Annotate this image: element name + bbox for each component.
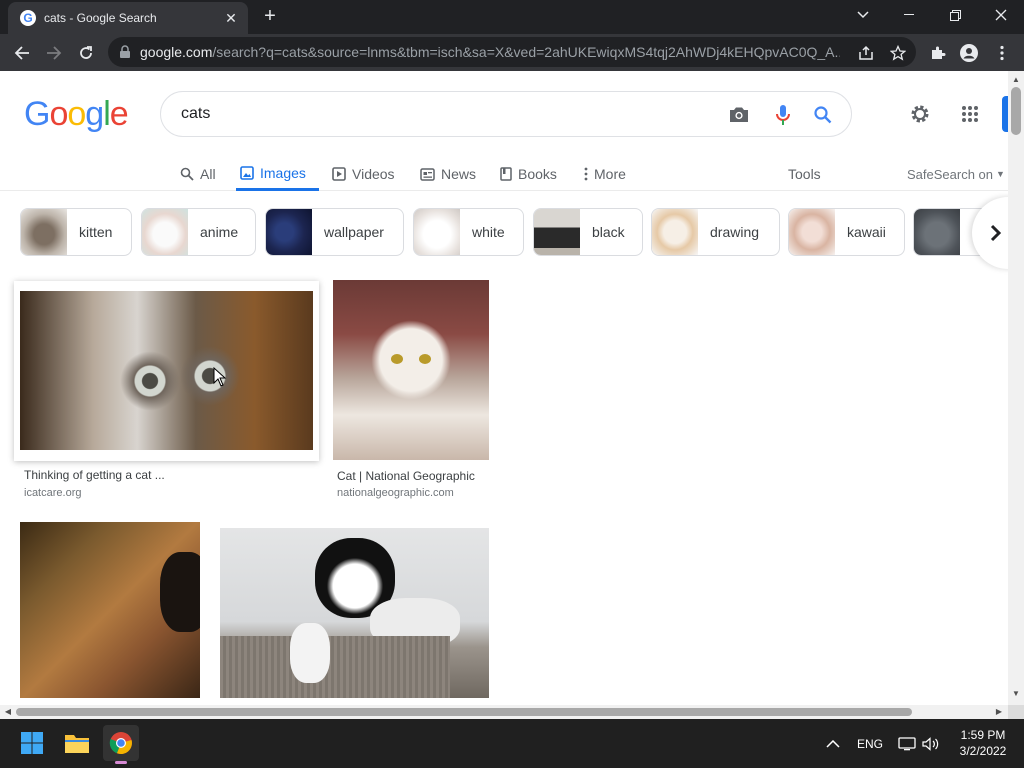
network-icon[interactable] (898, 719, 916, 768)
scroll-right-arrow-icon[interactable]: ▶ (992, 705, 1006, 719)
related-search-chips: kitten anime wallpaper white black drawi… (0, 208, 1008, 256)
chip-black[interactable]: black (533, 208, 643, 256)
chip-thumbnail (142, 209, 188, 255)
url-text: google.com/search?q=cats&source=lnms&tbm… (140, 44, 840, 60)
restore-button[interactable] (932, 0, 978, 30)
windows-start-icon[interactable] (14, 725, 50, 761)
scroll-left-arrow-icon[interactable]: ◀ (1, 705, 15, 719)
tab-books[interactable]: Books (496, 157, 561, 191)
horizontal-scroll-thumb[interactable] (16, 708, 912, 716)
search-results-page: Google All Images (0, 71, 1008, 705)
close-window-button[interactable] (978, 0, 1024, 30)
settings-gear-icon[interactable] (907, 101, 933, 127)
minimize-button[interactable] (886, 0, 932, 30)
google-favicon-icon: G (20, 10, 36, 26)
apps-grid-icon[interactable] (957, 101, 983, 127)
tab-more[interactable]: More (580, 157, 630, 191)
search-box (160, 91, 852, 137)
clock-time: 1:59 PM (960, 728, 1006, 742)
language-indicator[interactable]: ENG (857, 719, 883, 768)
browser-tab[interactable]: G cats - Google Search ✕ (8, 2, 248, 34)
new-tab-button[interactable]: + (258, 4, 282, 28)
profile-icon[interactable] (958, 42, 980, 64)
horizontal-scrollbar[interactable]: ◀ ▶ (0, 705, 1008, 719)
scroll-down-arrow-icon[interactable]: ▼ (1008, 687, 1024, 701)
lock-icon[interactable] (118, 45, 132, 59)
chip-thumbnail (414, 209, 460, 255)
tab-close-icon[interactable]: ✕ (222, 10, 240, 27)
kitten-closeup-image[interactable] (20, 291, 313, 450)
address-bar[interactable]: google.com/search?q=cats&source=lnms&tbm… (108, 37, 916, 67)
windows-taskbar: ENG 1:59 PM 3/2/2022 (0, 719, 1024, 768)
scroll-up-arrow-icon[interactable]: ▲ (1008, 73, 1024, 87)
file-explorer-icon[interactable] (59, 725, 95, 761)
tray-overflow-chevron-icon[interactable] (826, 719, 840, 768)
tab-strip: G cats - Google Search ✕ + (0, 0, 1024, 34)
search-type-tabs: All Images Videos News Books More Tools … (0, 157, 1008, 191)
chip-kawaii[interactable]: kawaii (788, 208, 905, 256)
microphone-icon[interactable] (771, 103, 795, 127)
back-arrow-icon[interactable] (9, 40, 35, 66)
result-source[interactable]: nationalgeographic.com (337, 487, 454, 499)
forward-arrow-icon[interactable] (41, 40, 67, 66)
result-caption[interactable]: Thinking of getting a cat ... (24, 468, 165, 482)
volume-icon[interactable] (922, 719, 940, 768)
browser-toolbar: google.com/search?q=cats&source=lnms&tbm… (0, 34, 1024, 71)
active-app-indicator (115, 761, 127, 764)
search-icon[interactable] (811, 103, 835, 127)
chip-thumbnail (914, 209, 960, 255)
tools-button[interactable]: Tools (788, 157, 821, 191)
chip-wallpaper[interactable]: wallpaper (265, 208, 404, 256)
search-input[interactable] (181, 105, 701, 123)
result-source[interactable]: icatcare.org (24, 487, 81, 499)
image-icon (240, 165, 254, 180)
chip-thumbnail (534, 209, 580, 255)
chip-anime[interactable]: anime (141, 208, 256, 256)
bookmark-star-icon[interactable] (887, 42, 909, 64)
taskbar-clock[interactable]: 1:59 PM 3/2/2022 (950, 727, 1016, 759)
chip-drawing[interactable]: drawing (651, 208, 780, 256)
tab-search-chevron-icon[interactable] (840, 0, 886, 30)
share-icon[interactable] (855, 42, 877, 64)
search-small-icon (180, 167, 194, 181)
news-icon (420, 167, 435, 181)
browser-menu-icon[interactable] (991, 42, 1013, 64)
extensions-puzzle-icon[interactable] (927, 42, 949, 64)
google-logo[interactable]: Google (24, 95, 129, 134)
mouse-cursor-icon (213, 367, 227, 387)
reload-icon[interactable] (73, 40, 99, 66)
clock-date: 3/2/2022 (959, 744, 1007, 758)
chip-kitten[interactable]: kitten (20, 208, 132, 256)
black-white-cat-image[interactable] (220, 528, 489, 698)
scrollbar-corner (1008, 705, 1024, 719)
orange-cat-image[interactable] (20, 522, 200, 698)
tab-all[interactable]: All (176, 157, 220, 191)
white-cat-image[interactable] (333, 280, 489, 460)
tab-images[interactable]: Images (236, 157, 319, 191)
tab-news[interactable]: News (416, 157, 480, 191)
tab-title: cats - Google Search (44, 11, 157, 25)
vertical-scrollbar[interactable]: ▲ ▼ (1008, 71, 1024, 705)
vertical-scroll-thumb[interactable] (1011, 87, 1021, 135)
safesearch-dropdown[interactable]: SafeSearch on ▼ (907, 157, 1005, 191)
chip-thumbnail (266, 209, 312, 255)
caret-down-icon: ▼ (996, 169, 1005, 179)
tab-videos[interactable]: Videos (328, 157, 399, 191)
more-vertical-icon (584, 167, 588, 181)
chevron-right-icon (990, 224, 1002, 242)
camera-search-icon[interactable] (727, 103, 751, 127)
play-icon (332, 167, 346, 181)
chip-thumbnail (21, 209, 67, 255)
chrome-taskbar-icon[interactable] (103, 725, 139, 764)
chip-white[interactable]: white (413, 208, 524, 256)
result-caption[interactable]: Cat | National Geographic (337, 469, 475, 483)
book-icon (500, 167, 512, 181)
chip-thumbnail (652, 209, 698, 255)
chip-thumbnail (789, 209, 835, 255)
